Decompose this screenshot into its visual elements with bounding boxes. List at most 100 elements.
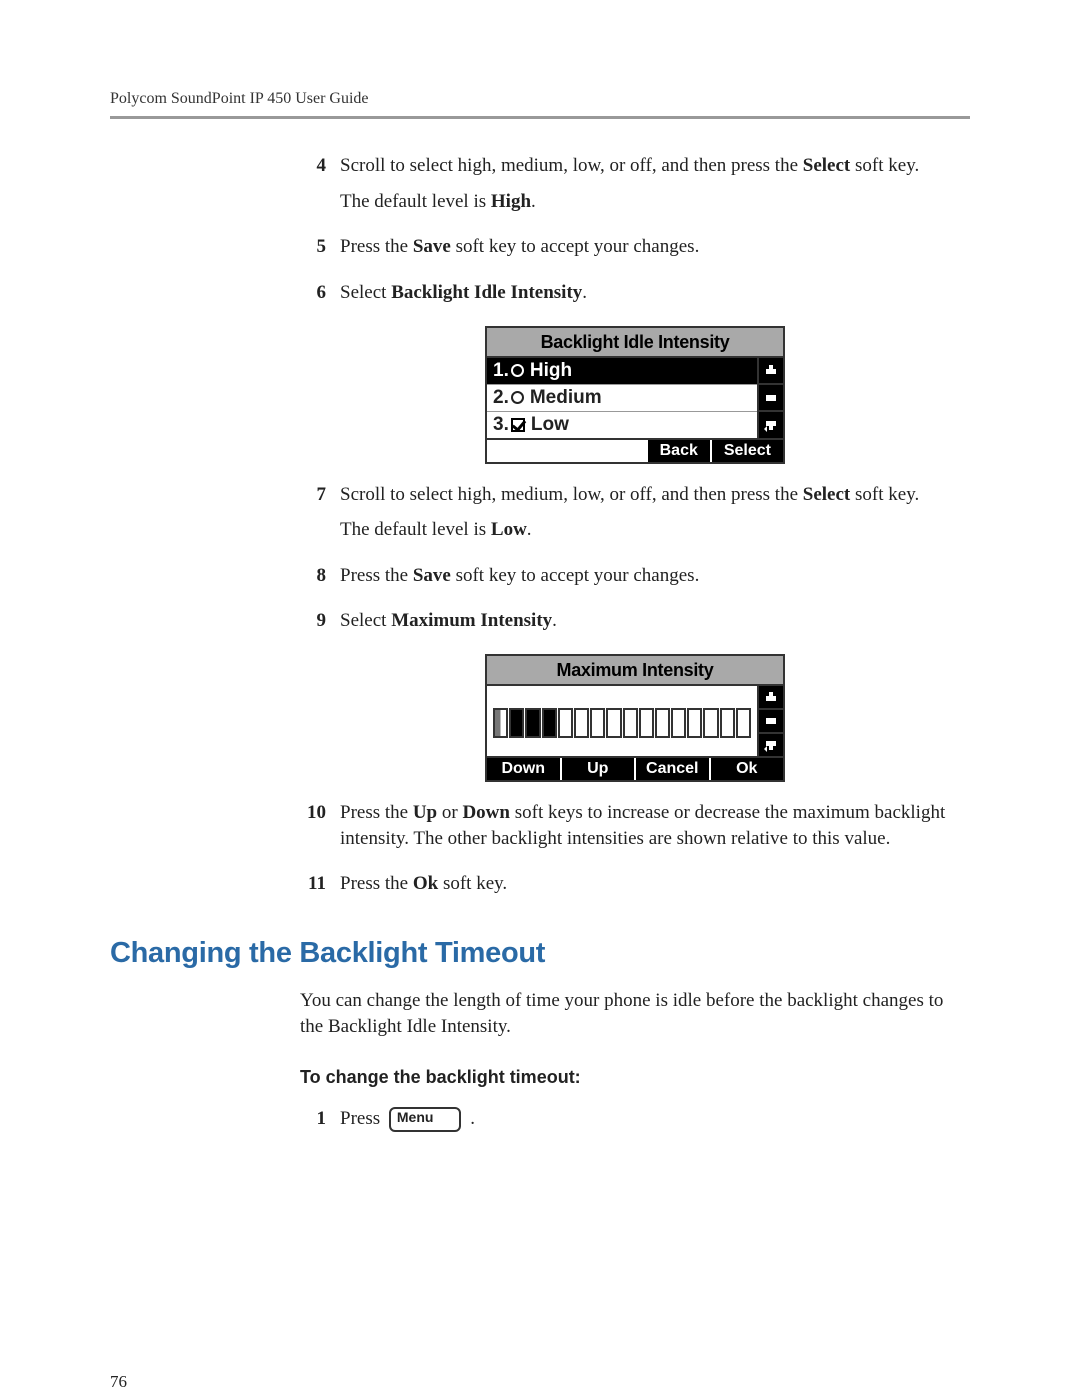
text: soft key.	[438, 873, 507, 894]
option-number: 2.	[493, 387, 509, 409]
intensity-bar	[493, 708, 751, 738]
softkey-name: Save	[413, 565, 451, 586]
text: Press the	[340, 565, 413, 586]
check-icon	[511, 418, 525, 432]
step-7: 7 Scroll to select high, medium, low, or…	[300, 482, 970, 553]
intensity-cell	[687, 708, 702, 738]
text: Press the	[340, 236, 413, 257]
softkey-back: Back	[646, 440, 710, 462]
text: The default level is	[340, 191, 491, 212]
text: .	[552, 610, 557, 631]
softkey-name: Down	[462, 802, 510, 823]
scroll-up-icon	[759, 686, 783, 710]
section-intro: You can change the length of time your p…	[300, 988, 970, 1039]
text: Press	[340, 1108, 380, 1129]
step-number: 10	[300, 800, 326, 861]
text: Press the	[340, 802, 413, 823]
text: The default level is	[340, 519, 491, 540]
intensity-cell	[574, 708, 589, 738]
softkey-name: Select	[803, 484, 850, 505]
radio-icon	[511, 391, 524, 404]
text: .	[470, 1108, 475, 1129]
body-content: 4 Scroll to select high, medium, low, or…	[300, 153, 970, 907]
screen-title: Backlight Idle Intensity	[487, 328, 783, 358]
text: soft key to accept your changes.	[451, 236, 700, 257]
step-number: 8	[300, 563, 326, 599]
option-number: 1.	[493, 360, 509, 382]
intensity-cell	[655, 708, 670, 738]
menu-name: Backlight Idle Intensity	[391, 282, 582, 303]
scroll-down-icon	[759, 734, 783, 756]
intensity-cell	[736, 708, 751, 738]
softkey-name: Ok	[413, 873, 438, 894]
softkey-cancel: Cancel	[634, 758, 709, 780]
text: .	[531, 191, 536, 212]
text: .	[582, 282, 587, 303]
intensity-cell	[639, 708, 654, 738]
proc-step-1: 1 Press Menu .	[300, 1106, 970, 1142]
intensity-cell	[590, 708, 605, 738]
step-number: 1	[300, 1106, 326, 1142]
procedure-heading: To change the backlight timeout:	[300, 1067, 970, 1088]
running-header: Polycom SoundPoint IP 450 User Guide	[110, 90, 970, 108]
option-low: 3. Low	[487, 412, 757, 438]
page-number: 76	[110, 1372, 970, 1392]
text: or	[437, 802, 462, 823]
step-number: 5	[300, 234, 326, 270]
step-10: 10 Press the Up or Down soft keys to inc…	[300, 800, 970, 861]
figure-maximum-intensity: Maximum Intensity Down Up Cancel Ok	[485, 654, 785, 782]
step-number: 6	[300, 280, 326, 316]
step-6: 6 Select Backlight Idle Intensity.	[300, 280, 970, 316]
step-5: 5 Press the Save soft key to accept your…	[300, 234, 970, 270]
option-label: Medium	[530, 387, 602, 409]
scroll-mid-icon	[759, 385, 783, 412]
step-number: 4	[300, 153, 326, 224]
intensity-cell	[493, 708, 508, 738]
text: soft key.	[850, 155, 919, 176]
softkey-up: Up	[560, 758, 635, 780]
step-8: 8 Press the Save soft key to accept your…	[300, 563, 970, 599]
scroll-up-icon	[759, 358, 783, 385]
intensity-cell	[623, 708, 638, 738]
intensity-cell	[509, 708, 524, 738]
default-value: Low	[491, 519, 527, 540]
option-label: High	[530, 360, 572, 382]
step-number: 9	[300, 608, 326, 644]
text: .	[527, 519, 532, 540]
intensity-cell	[525, 708, 540, 738]
section-heading: Changing the Backlight Timeout	[110, 937, 970, 970]
step-9: 9 Select Maximum Intensity.	[300, 608, 970, 644]
intensity-cell	[720, 708, 735, 738]
figure-backlight-idle-intensity: Backlight Idle Intensity 1. High 2. Medi…	[485, 326, 785, 464]
screen-title: Maximum Intensity	[487, 656, 783, 686]
header-rule	[110, 116, 970, 119]
softkey-ok: Ok	[709, 758, 784, 780]
radio-icon	[511, 364, 524, 377]
softkey-name: Up	[413, 802, 437, 823]
intensity-cell	[671, 708, 686, 738]
option-label: Low	[531, 414, 569, 436]
text: Scroll to select high, medium, low, or o…	[340, 484, 803, 505]
step-number: 11	[300, 871, 326, 907]
step-number: 7	[300, 482, 326, 553]
step-4: 4 Scroll to select high, medium, low, or…	[300, 153, 970, 224]
menu-button-icon: Menu	[389, 1107, 462, 1132]
text: Scroll to select high, medium, low, or o…	[340, 155, 803, 176]
text: Select	[340, 610, 391, 631]
text: Press the	[340, 873, 413, 894]
text: soft key to accept your changes.	[451, 565, 700, 586]
option-medium: 2. Medium	[487, 385, 757, 412]
intensity-cell	[558, 708, 573, 738]
softkey-name: Save	[413, 236, 451, 257]
text: Select	[340, 282, 391, 303]
scroll-mid-icon	[759, 710, 783, 734]
softkey-down: Down	[487, 758, 560, 780]
option-high: 1. High	[487, 358, 757, 385]
scroll-down-icon	[759, 412, 783, 437]
intensity-cell	[703, 708, 718, 738]
text: soft key.	[850, 484, 919, 505]
softkey-name: Select	[803, 155, 850, 176]
step-11: 11 Press the Ok soft key.	[300, 871, 970, 907]
softkey-select: Select	[710, 440, 783, 462]
menu-name: Maximum Intensity	[391, 610, 552, 631]
